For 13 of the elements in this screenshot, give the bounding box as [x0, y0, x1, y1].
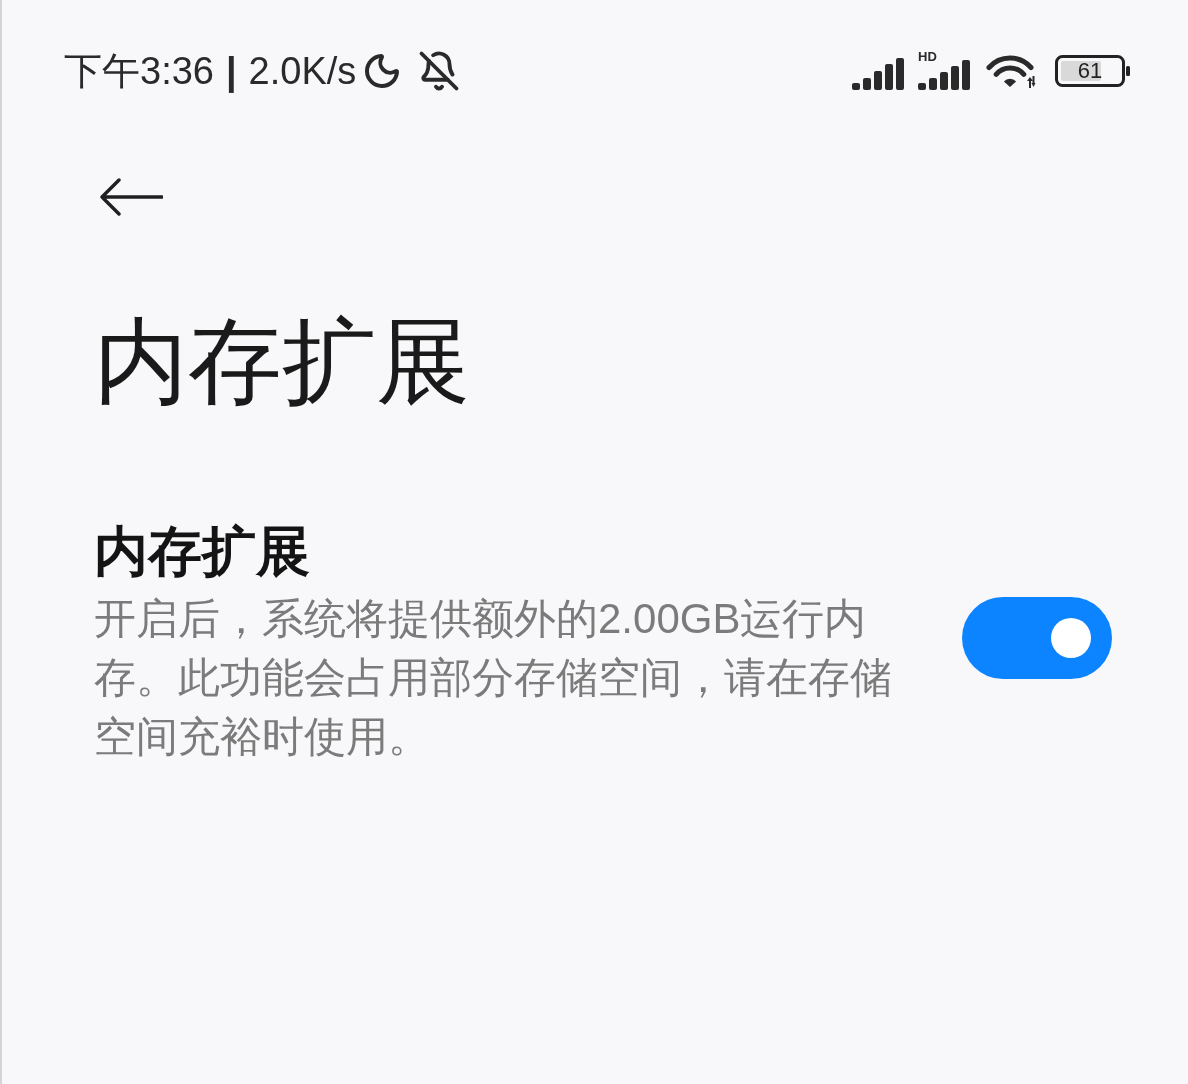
setting-title: 内存扩展 — [94, 524, 310, 578]
setting-description: 开启后，系统将提供额外的2.00GB运行内存。此功能会占用部分存储空间，请在存储空间充裕时使用。 — [94, 594, 893, 762]
back-button[interactable] — [99, 178, 163, 216]
battery-icon — [1055, 55, 1131, 87]
hd-label: HD — [918, 50, 937, 63]
signal-icon — [852, 58, 905, 90]
network-speed: 2.0K/s — [248, 52, 357, 90]
page-title: 内存扩展 — [94, 315, 470, 409]
muted-bell-icon — [418, 50, 461, 92]
status-time: 下午3:36 — [64, 52, 214, 90]
battery-percentage: 61 — [1077, 60, 1103, 82]
signal-icon — [918, 60, 971, 90]
arrow-left-icon — [99, 178, 163, 216]
